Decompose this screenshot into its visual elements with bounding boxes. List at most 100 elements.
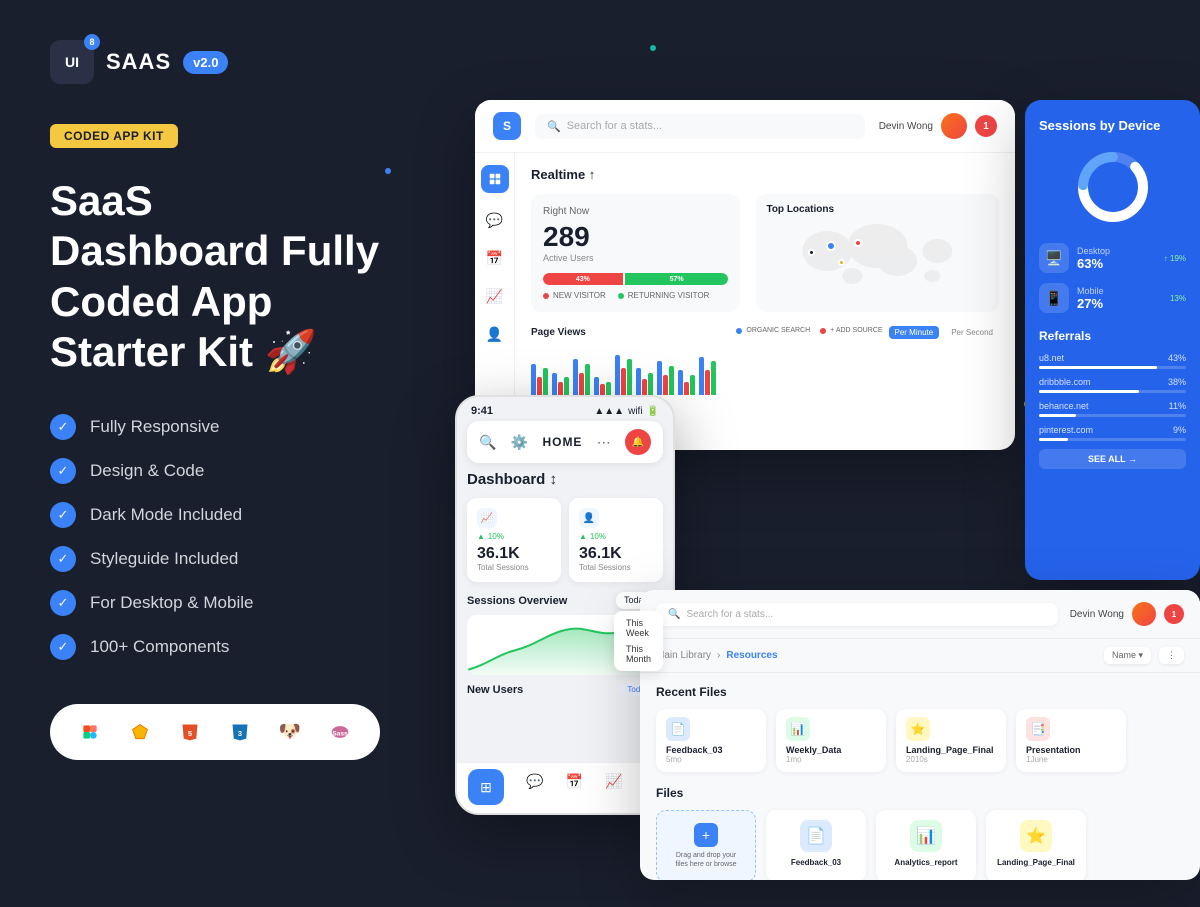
legend-red-dot xyxy=(543,293,549,299)
bar-organic-0 xyxy=(531,364,536,396)
main-title: SaaS Dashboard Fully Coded App Starter K… xyxy=(50,176,380,378)
recent-file-1[interactable]: 📊 Weekly_Data 1mo xyxy=(776,709,886,772)
mobile-stats-row: 📈 ▲10% 36.1K Total Sessions 👤 ▲10% 36.1K… xyxy=(467,498,663,582)
mobile-change: 13% xyxy=(1170,294,1186,303)
feature-item-components: ✓ 100+ Components xyxy=(50,634,380,660)
mobile-session-header: Sessions Overview Today ▾ This Week This… xyxy=(467,592,663,609)
feature-label-desktop-mobile: For Desktop & Mobile xyxy=(90,593,253,613)
sidebar-chart-icon[interactable]: 📈 xyxy=(484,285,506,307)
svg-text:5: 5 xyxy=(188,729,192,738)
fm-notif-badge[interactable]: 1 xyxy=(1164,604,1184,624)
right-now-value: 289 xyxy=(543,221,728,253)
mobile-stat-value-2: 36.1K xyxy=(579,545,653,563)
html5-icon: 5 xyxy=(174,716,206,748)
upload-plus-icon: + xyxy=(694,823,718,847)
legend-returning: RETURNING VISITOR xyxy=(618,291,710,300)
feature-label-responsive: Fully Responsive xyxy=(90,417,219,437)
recent-file-icon-0: 📄 xyxy=(666,717,690,741)
legend-new: NEW VISITOR xyxy=(543,291,606,300)
bar-add-7 xyxy=(684,382,689,395)
legend-organic-label: ORGANIC SEARCH xyxy=(746,327,810,334)
sass-icon: Sass xyxy=(324,716,356,748)
sidebar-chat-icon[interactable]: 💬 xyxy=(484,209,506,231)
mobile-pct: 27% xyxy=(1077,296,1170,311)
recent-file-2[interactable]: ⭐ Landing_Page_Final 2010s xyxy=(896,709,1006,772)
more-options-button[interactable]: ⋮ xyxy=(1159,647,1184,664)
ref-name-3: pinterest.com xyxy=(1039,425,1093,435)
name-sort-button[interactable]: Name ▾ xyxy=(1104,647,1151,664)
fm-search-bar[interactable]: 🔍 Search for a stats... xyxy=(656,603,1058,626)
mobile-nav-home[interactable]: ⊞ xyxy=(468,769,504,805)
option-this-month[interactable]: This Month xyxy=(618,641,659,667)
donut-chart xyxy=(1073,147,1153,227)
mobile-stat-label-2: Total Sessions xyxy=(579,563,653,572)
logo-area: UI 8 SAAS v2.0 xyxy=(50,40,380,84)
see-all-button[interactable]: SEE ALL → xyxy=(1039,449,1186,469)
sessions-title: Sessions by Device xyxy=(1039,118,1186,133)
mobile-settings-icon[interactable]: ⚙️ xyxy=(511,434,528,451)
pug-icon: 🐶 xyxy=(274,716,306,748)
top-locations-title: Top Locations xyxy=(766,204,989,215)
upload-zone[interactable]: + Drag and drop your files here or brows… xyxy=(656,810,756,880)
sidebar-dashboard-icon[interactable] xyxy=(481,165,509,193)
search-placeholder: Search for a stats... xyxy=(567,120,662,132)
bar-organic-5 xyxy=(636,368,641,395)
bar-green-6 xyxy=(669,366,674,395)
new-users-label: New Users xyxy=(467,684,523,696)
mobile-nav-chat[interactable]: 💬 xyxy=(526,773,543,805)
bar-organic-3 xyxy=(594,377,599,395)
feature-label-styleguide: Styleguide Included xyxy=(90,549,238,569)
logo-icon: UI 8 xyxy=(50,40,94,84)
file-grid-1[interactable]: 📊 Analytics_report xyxy=(876,810,976,880)
tools-bar: 5 3 🐶 Sass xyxy=(50,704,380,760)
bar-group-6 xyxy=(657,361,674,395)
mobile-search-icon[interactable]: 🔍 xyxy=(479,434,496,451)
file-grid-name-2: Landing_Page_Final xyxy=(997,858,1075,867)
logo-text: UI xyxy=(65,54,79,70)
file-grid-2[interactable]: ⭐ Landing_Page_Final xyxy=(986,810,1086,880)
file-grid-0[interactable]: 📄 Feedback_03 xyxy=(766,810,866,880)
mobile-nav-chart[interactable]: 📈 xyxy=(605,773,622,805)
legend-organic: ORGANIC SEARCH xyxy=(736,326,810,335)
tab-per-second[interactable]: Per Second xyxy=(945,326,999,339)
legend-add-label: + ADD SOURCE xyxy=(830,327,882,334)
signal-icon: ▲▲▲ xyxy=(594,406,624,417)
recent-file-3[interactable]: 📑 Presentation 1June xyxy=(1016,709,1126,772)
recent-file-0[interactable]: 📄 Feedback_03 5mo xyxy=(656,709,766,772)
breadcrumb-root[interactable]: Main Library xyxy=(656,650,711,661)
sidebar-user-icon[interactable]: 👤 xyxy=(484,323,506,345)
bar-green-0 xyxy=(543,368,548,395)
dash-username: Devin Wong xyxy=(879,121,933,132)
device-desktop: 🖥️ Desktop 63% ↑ 19% xyxy=(1039,243,1186,273)
recent-files-row: 📄 Feedback_03 5mo 📊 Weekly_Data 1mo ⭐ La… xyxy=(656,709,1184,772)
mobile-stat-icon-1: 📈 xyxy=(477,508,497,528)
check-icon-styleguide: ✓ xyxy=(50,546,76,572)
bar-green-3 xyxy=(606,382,611,396)
mobile-menu-icon[interactable]: ⋯ xyxy=(597,434,611,451)
bar-green-8 xyxy=(711,361,716,395)
ref-item-2: behance.net 11% xyxy=(1039,401,1186,417)
dash-notif-badge[interactable]: 1 xyxy=(975,115,997,137)
mobile-notif-badge[interactable]: 🔔 xyxy=(625,429,651,455)
mobile-stat-badge-1: ▲10% xyxy=(477,532,551,541)
option-this-week[interactable]: This Week xyxy=(618,615,659,641)
wifi-icon: wifi xyxy=(628,406,642,417)
recent-file-meta-3: 1June xyxy=(1026,755,1116,764)
mobile-nav-calendar[interactable]: 📅 xyxy=(566,773,583,805)
bar-organic-8 xyxy=(699,357,704,395)
ref-bar-1 xyxy=(1039,390,1139,393)
dash-search-bar[interactable]: 🔍 Search for a stats... xyxy=(535,114,865,139)
mobile-stat-value-1: 36.1K xyxy=(477,545,551,563)
ref-name-2: behance.net xyxy=(1039,401,1089,411)
fm-user-area: Devin Wong 1 xyxy=(1070,602,1184,626)
tab-per-minute[interactable]: Per Minute xyxy=(889,326,940,339)
upload-text: Drag and drop your files here or browse xyxy=(669,851,743,869)
sidebar-calendar-icon[interactable]: 📅 xyxy=(484,247,506,269)
desktop-label: Desktop xyxy=(1077,246,1164,256)
page-views-title: Page Views xyxy=(531,327,586,338)
file-grid-name-1: Analytics_report xyxy=(894,858,957,867)
feature-item-design-code: ✓ Design & Code xyxy=(50,458,380,484)
ref-item-1: dribbble.com 38% xyxy=(1039,377,1186,393)
feature-list: ✓ Fully Responsive ✓ Design & Code ✓ Dar… xyxy=(50,414,380,660)
mobile-nav-bar: 🔍 ⚙️ HOME ⋯ 🔔 xyxy=(467,421,663,463)
